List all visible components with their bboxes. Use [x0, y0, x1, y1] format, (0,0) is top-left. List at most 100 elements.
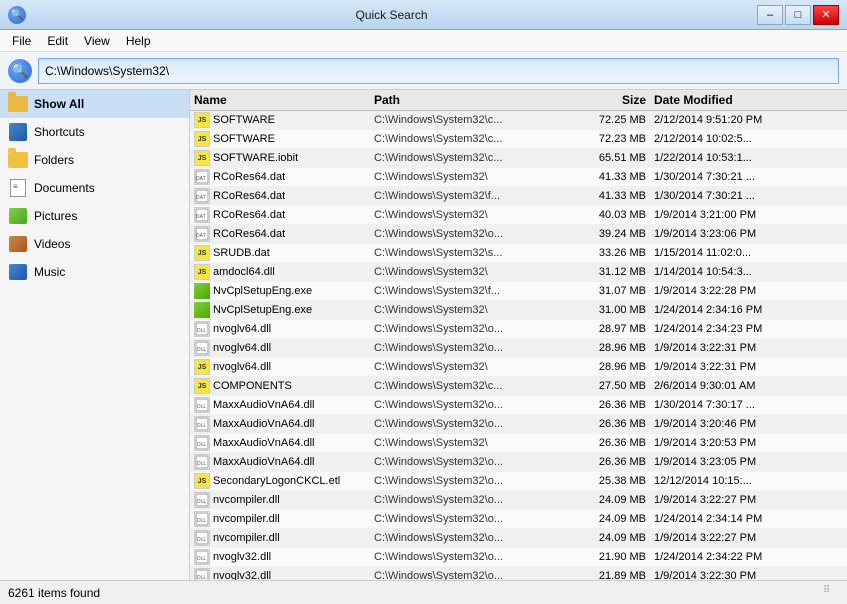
table-row[interactable]: JS SecondaryLogonCKCL.etl C:\Windows\Sys…	[190, 472, 847, 491]
table-row[interactable]: DAT RCoRes64.dat C:\Windows\System32\f..…	[190, 187, 847, 206]
file-icon-dll: DLL	[194, 340, 210, 356]
file-icon-js: JS	[194, 378, 210, 394]
file-path: C:\Windows\System32\o...	[370, 228, 570, 240]
table-row[interactable]: DLL nvcompiler.dll C:\Windows\System32\o…	[190, 510, 847, 529]
sidebar-pictures-label: Pictures	[34, 209, 77, 223]
sidebar-item-pictures[interactable]: Pictures	[0, 202, 189, 230]
file-size: 24.09 MB	[570, 532, 650, 544]
menu-file[interactable]: File	[4, 32, 39, 50]
file-name-cell: JS SecondaryLogonCKCL.etl	[190, 473, 370, 489]
sidebar-item-folders[interactable]: Folders	[0, 146, 189, 174]
window-controls: – □ ✕	[757, 5, 839, 25]
table-row[interactable]: DLL MaxxAudioVnA64.dll C:\Windows\System…	[190, 434, 847, 453]
table-row[interactable]: JS SRUDB.dat C:\Windows\System32\s... 33…	[190, 244, 847, 263]
file-name: nvcompiler.dll	[213, 494, 280, 506]
table-row[interactable]: DLL MaxxAudioVnA64.dll C:\Windows\System…	[190, 396, 847, 415]
file-size: 72.23 MB	[570, 133, 650, 145]
file-icon-dll: DLL	[194, 435, 210, 451]
table-row[interactable]: JS SOFTWARE C:\Windows\System32\c... 72.…	[190, 111, 847, 130]
file-name-cell: JS SOFTWARE.iobit	[190, 150, 370, 166]
file-path: C:\Windows\System32\o...	[370, 570, 570, 580]
table-row[interactable]: JS COMPONENTS C:\Windows\System32\c... 2…	[190, 377, 847, 396]
table-row[interactable]: JS amdocl64.dll C:\Windows\System32\ 31.…	[190, 263, 847, 282]
table-row[interactable]: DLL nvcompiler.dll C:\Windows\System32\o…	[190, 491, 847, 510]
sidebar-item-shortcuts[interactable]: Shortcuts	[0, 118, 189, 146]
file-icon-dat: DAT	[194, 226, 210, 242]
file-name-cell: DAT RCoRes64.dat	[190, 207, 370, 223]
sidebar-item-videos[interactable]: Videos	[0, 230, 189, 258]
maximize-button[interactable]: □	[785, 5, 811, 25]
file-name: nvoglv32.dll	[213, 570, 271, 580]
file-path: C:\Windows\System32\o...	[370, 494, 570, 506]
file-path: C:\Windows\System32\	[370, 437, 570, 449]
table-row[interactable]: NvCplSetupEng.exe C:\Windows\System32\f.…	[190, 282, 847, 301]
table-row[interactable]: DLL nvcompiler.dll C:\Windows\System32\o…	[190, 529, 847, 548]
file-name: MaxxAudioVnA64.dll	[213, 437, 315, 449]
file-name: MaxxAudioVnA64.dll	[213, 399, 315, 411]
file-size: 39.24 MB	[570, 228, 650, 240]
file-date: 2/6/2014 9:30:01 AM	[650, 380, 847, 392]
music-icon	[8, 262, 28, 282]
table-row[interactable]: JS nvoglv64.dll C:\Windows\System32\ 28.…	[190, 358, 847, 377]
svg-text:DLL: DLL	[197, 499, 206, 505]
sidebar-item-music[interactable]: Music	[0, 258, 189, 286]
sidebar-item-showall[interactable]: Show All	[0, 90, 189, 118]
file-size: 27.50 MB	[570, 380, 650, 392]
table-row[interactable]: DLL nvoglv32.dll C:\Windows\System32\o..…	[190, 548, 847, 567]
search-input[interactable]	[38, 58, 839, 84]
table-row[interactable]: DLL MaxxAudioVnA64.dll C:\Windows\System…	[190, 415, 847, 434]
table-row[interactable]: DLL nvoglv64.dll C:\Windows\System32\o..…	[190, 320, 847, 339]
sidebar-videos-label: Videos	[34, 237, 70, 251]
svg-text:DAT: DAT	[196, 233, 206, 239]
file-name: nvoglv64.dll	[213, 342, 271, 354]
documents-icon	[8, 178, 28, 198]
file-path: C:\Windows\System32\f...	[370, 285, 570, 297]
menu-view[interactable]: View	[76, 32, 118, 50]
file-icon-js: JS	[194, 150, 210, 166]
sidebar-showall-label: Show All	[34, 97, 84, 111]
table-row[interactable]: JS SOFTWARE C:\Windows\System32\c... 72.…	[190, 130, 847, 149]
table-row[interactable]: DLL nvoglv64.dll C:\Windows\System32\o..…	[190, 339, 847, 358]
menu-help[interactable]: Help	[118, 32, 159, 50]
table-row[interactable]: DAT RCoRes64.dat C:\Windows\System32\o..…	[190, 225, 847, 244]
header-path[interactable]: Path	[370, 93, 570, 107]
close-button[interactable]: ✕	[813, 5, 839, 25]
file-icon-dll: DLL	[194, 492, 210, 508]
header-name[interactable]: Name	[190, 93, 370, 107]
file-name: SOFTWARE	[213, 133, 275, 145]
file-name: SOFTWARE	[213, 114, 275, 126]
sidebar-item-documents[interactable]: Documents	[0, 174, 189, 202]
showall-icon	[8, 94, 28, 114]
file-path: C:\Windows\System32\c...	[370, 133, 570, 145]
svg-text:DLL: DLL	[197, 347, 206, 353]
header-size[interactable]: Size	[570, 93, 650, 107]
table-row[interactable]: DLL nvoglv32.dll C:\Windows\System32\o..…	[190, 567, 847, 580]
file-size: 33.26 MB	[570, 247, 650, 259]
file-date: 1/24/2014 2:34:14 PM	[650, 513, 847, 525]
file-icon-js: JS	[194, 264, 210, 280]
menu-edit[interactable]: Edit	[39, 32, 76, 50]
header-date[interactable]: Date Modified	[650, 93, 847, 107]
file-name-cell: NvCplSetupEng.exe	[190, 302, 370, 318]
table-row[interactable]: JS SOFTWARE.iobit C:\Windows\System32\c.…	[190, 149, 847, 168]
sidebar-documents-label: Documents	[34, 181, 95, 195]
file-path: C:\Windows\System32\o...	[370, 475, 570, 487]
table-row[interactable]: DAT RCoRes64.dat C:\Windows\System32\ 40…	[190, 206, 847, 225]
file-size: 25.38 MB	[570, 475, 650, 487]
table-row[interactable]: DAT RCoRes64.dat C:\Windows\System32\ 41…	[190, 168, 847, 187]
file-name: nvoglv64.dll	[213, 361, 271, 373]
table-row[interactable]: NvCplSetupEng.exe C:\Windows\System32\ 3…	[190, 301, 847, 320]
file-list-container: Name Path Size Date Modified JS SOFTWARE…	[190, 90, 847, 580]
file-name: nvoglv32.dll	[213, 551, 271, 563]
table-row[interactable]: DLL MaxxAudioVnA64.dll C:\Windows\System…	[190, 453, 847, 472]
file-date: 1/22/2014 10:53:1...	[650, 152, 847, 164]
window-title: Quick Search	[26, 8, 757, 22]
file-path: C:\Windows\System32\o...	[370, 399, 570, 411]
file-size: 28.96 MB	[570, 361, 650, 373]
minimize-button[interactable]: –	[757, 5, 783, 25]
file-name: RCoRes64.dat	[213, 228, 285, 240]
file-list-body[interactable]: JS SOFTWARE C:\Windows\System32\c... 72.…	[190, 111, 847, 580]
file-name-cell: DLL MaxxAudioVnA64.dll	[190, 416, 370, 432]
file-size: 28.96 MB	[570, 342, 650, 354]
status-text: 6261 items found	[8, 586, 823, 600]
